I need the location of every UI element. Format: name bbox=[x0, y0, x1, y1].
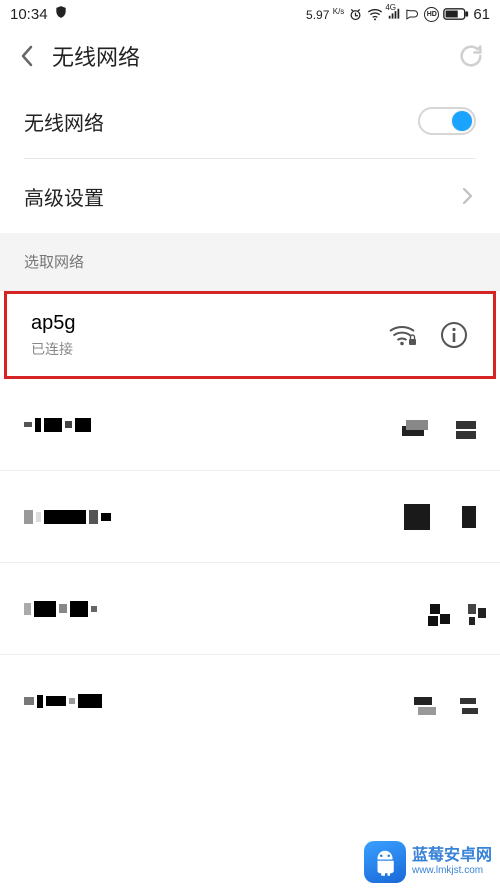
battery-percent: 61 bbox=[473, 6, 490, 23]
network-item[interactable] bbox=[0, 563, 500, 655]
watermark: 蓝莓安卓网 www.lmkjst.com bbox=[364, 841, 492, 883]
watermark-url: www.lmkjst.com bbox=[412, 866, 492, 876]
advanced-settings-label: 高级设置 bbox=[24, 182, 104, 211]
status-left: 10:34 bbox=[10, 5, 68, 23]
network-name-redacted bbox=[24, 509, 404, 525]
signal-icon: 4G bbox=[387, 7, 401, 21]
wifi-toggle-row[interactable]: 无线网络 bbox=[24, 84, 476, 158]
refresh-button[interactable] bbox=[456, 41, 486, 71]
choose-network-label: 选取网络 bbox=[24, 254, 84, 271]
network-speed: 5.97 K/s bbox=[306, 7, 344, 22]
network-status: 已连接 bbox=[31, 339, 387, 359]
wifi-status-icon bbox=[367, 7, 383, 21]
watermark-android-icon bbox=[364, 841, 406, 883]
status-time: 10:34 bbox=[10, 6, 48, 23]
status-bar: 10:34 5.97 K/s 4G HD 61 bbox=[0, 0, 500, 28]
network-name: ap5g bbox=[31, 312, 387, 335]
shield-icon bbox=[54, 5, 68, 23]
wifi-toggle-switch[interactable] bbox=[418, 107, 476, 135]
network-item[interactable] bbox=[0, 655, 500, 747]
network-item[interactable] bbox=[0, 379, 500, 471]
wifi-signal-lock-icon bbox=[387, 323, 417, 347]
network-info-button[interactable] bbox=[439, 320, 469, 350]
alarm-icon bbox=[348, 7, 363, 22]
back-button[interactable] bbox=[14, 43, 40, 69]
hd-icon: HD bbox=[424, 7, 439, 22]
watermark-title: 蓝莓安卓网 bbox=[412, 848, 492, 864]
volte-icon bbox=[405, 7, 420, 22]
network-icons-redacted bbox=[414, 697, 476, 705]
page-title: 无线网络 bbox=[52, 40, 456, 72]
network-name-redacted bbox=[24, 693, 414, 709]
network-name-redacted bbox=[24, 417, 406, 433]
status-right: 5.97 K/s 4G HD 61 bbox=[306, 6, 490, 23]
page-header: 无线网络 bbox=[0, 28, 500, 84]
network-icons-redacted bbox=[404, 504, 476, 530]
network-item[interactable] bbox=[0, 471, 500, 563]
network-icons-redacted bbox=[406, 420, 476, 430]
chevron-right-icon bbox=[458, 187, 476, 205]
battery-icon bbox=[443, 7, 469, 21]
wifi-toggle-label: 无线网络 bbox=[24, 107, 104, 136]
network-icons-redacted bbox=[430, 604, 476, 614]
network-item-connected[interactable]: ap5g 已连接 bbox=[4, 291, 496, 379]
advanced-settings-row[interactable]: 高级设置 bbox=[24, 159, 476, 233]
choose-network-header: 选取网络 bbox=[0, 233, 500, 291]
network-name-redacted bbox=[24, 601, 430, 617]
